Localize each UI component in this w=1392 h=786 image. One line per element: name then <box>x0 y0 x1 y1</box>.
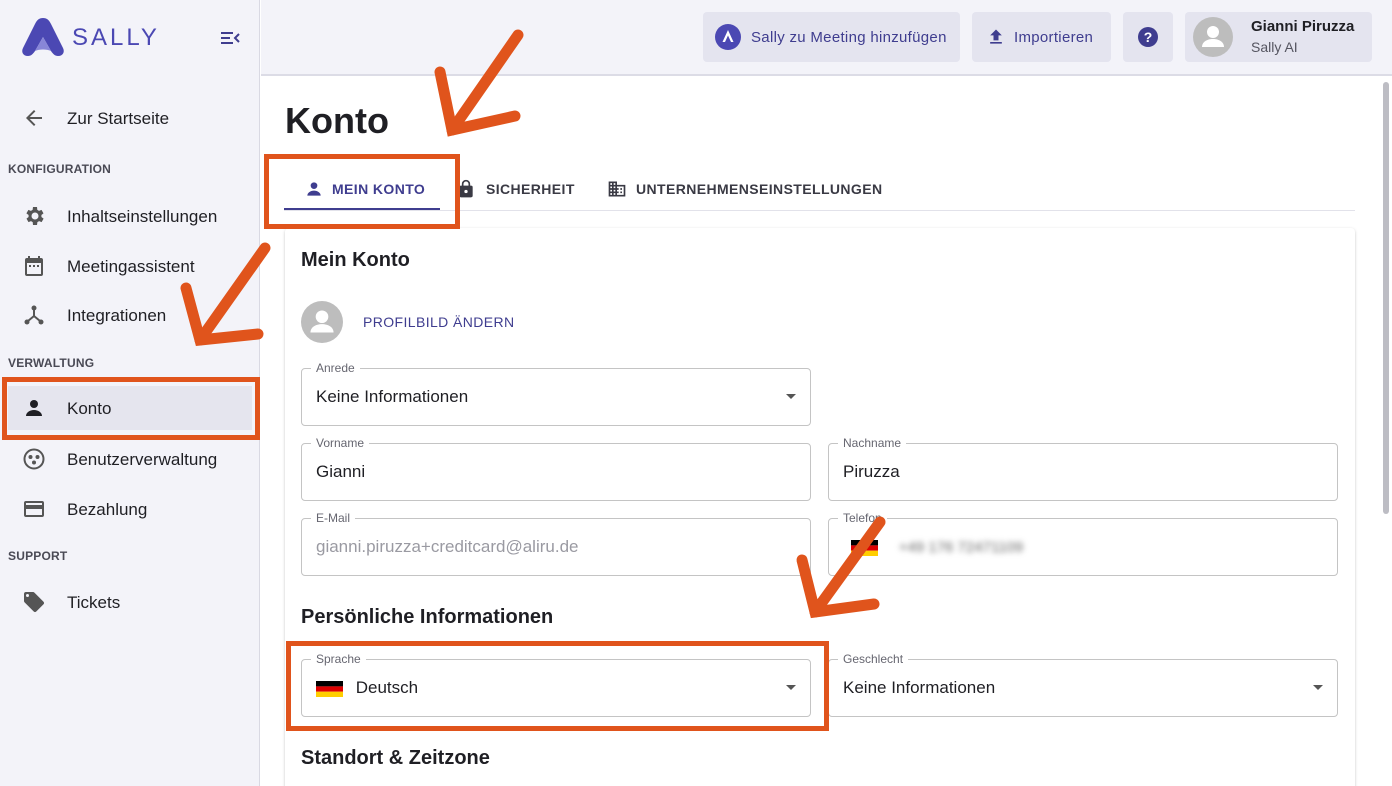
person-icon <box>1202 26 1224 47</box>
person-icon <box>307 182 321 196</box>
import-label: Importieren <box>1014 28 1094 46</box>
language-select[interactable]: Sprache Deutsch <box>301 652 811 717</box>
scrollbar-thumb[interactable] <box>1383 82 1389 514</box>
gender-select[interactable]: Geschlecht Keine Informationen <box>828 652 1338 717</box>
sally-logo-icon <box>715 24 741 50</box>
salutation-select[interactable]: Anrede Keine Informationen <box>301 361 811 426</box>
sidebar-item-label: Tickets <box>67 593 121 612</box>
upload-icon <box>990 29 1002 44</box>
tag-icon <box>24 592 44 612</box>
hub-icon <box>24 305 44 325</box>
group-circle-icon <box>23 448 45 470</box>
arrow-left-icon <box>26 110 42 126</box>
tab-label: UNTERNEHMENSEINSTELLUNGEN <box>636 181 883 197</box>
tab-label: SICHERHEIT <box>486 181 575 197</box>
sidebar-item-account[interactable]: Konto <box>8 386 252 430</box>
sidebar-item-billing[interactable]: Bezahlung <box>8 487 252 531</box>
field-value: Deutsch <box>355 678 419 697</box>
section-label-configuration: KONFIGURATION <box>8 162 112 176</box>
sidebar-item-label: Integrationen <box>67 306 167 325</box>
germany-flag-icon <box>851 539 878 556</box>
section-title-my-account: Mein Konto <box>301 249 410 271</box>
add-sally-to-meeting-label: Sally zu Meeting hinzufügen <box>751 28 947 46</box>
sidebar-item-content-settings[interactable]: Inhaltseinstellungen <box>8 194 252 238</box>
add-sally-to-meeting-button[interactable]: Sally zu Meeting hinzufügen <box>703 12 960 62</box>
tab-my-account[interactable]: MEIN KONTO <box>284 168 440 210</box>
section-title-location-timezone: Standort & Zeitzone <box>301 747 490 769</box>
person-icon <box>26 400 42 416</box>
help-circle-icon: ? <box>1138 27 1158 47</box>
field-value: Keine Informationen <box>316 387 469 406</box>
account-tabs: MEIN KONTO SICHERHEIT UNTERNEHMENSEINSTE… <box>284 168 1355 211</box>
phone-number: +49 176 72471109 <box>898 539 1024 556</box>
dropdown-arrow-icon <box>1313 685 1323 690</box>
sidebar-item-label: Inhaltseinstellungen <box>67 207 218 226</box>
credit-card-icon <box>24 501 44 517</box>
field-label: Nachname <box>838 436 907 450</box>
page-title: Konto <box>285 100 389 141</box>
change-profile-picture-button[interactable]: PROFILBILD ÄNDERN <box>363 314 515 330</box>
profile-avatar <box>301 301 343 343</box>
sidebar-item-label: Meetingassistent <box>67 257 195 276</box>
active-tab-indicator <box>284 208 440 210</box>
user-menu-button[interactable]: Gianni Piruzza Sally AI <box>1185 12 1372 62</box>
field-label: Vorname <box>311 436 370 450</box>
sidebar-item-home[interactable]: Zur Startseite <box>8 96 252 140</box>
section-title-personal-info: Persönliche Informationen <box>301 606 554 628</box>
phone-field[interactable]: Telefon +49 176 72471109 <box>828 511 1338 576</box>
app-root: SALLY Zur Startseite KONFIGURATION Inhal… <box>0 0 1392 786</box>
field-value: Piruzza <box>843 462 900 481</box>
last-name-field[interactable]: Nachname Piruzza <box>828 436 1338 501</box>
person-icon <box>310 310 334 333</box>
top-bar: Sally zu Meeting hinzufügen Importieren … <box>261 0 1392 76</box>
phone-value-wrap: +49 176 72471109 <box>851 537 1023 557</box>
gear-icon <box>26 207 44 225</box>
tab-security[interactable]: SICHERHEIT <box>456 168 576 210</box>
field-value: Gianni <box>316 462 366 481</box>
tab-label: MEIN KONTO <box>332 181 426 197</box>
building-icon <box>608 181 626 197</box>
sidebar: SALLY Zur Startseite KONFIGURATION Inhal… <box>0 0 260 786</box>
page-scrollbar[interactable] <box>1380 78 1392 786</box>
email-field: E-Mail gianni.piruzza+creditcard@aliru.d… <box>301 511 811 576</box>
field-value: gianni.piruzza+creditcard@aliru.de <box>316 537 579 556</box>
sidebar-item-label: Bezahlung <box>67 500 148 519</box>
first-name-field[interactable]: Vorname Gianni <box>301 436 811 501</box>
calendar-icon <box>25 256 43 276</box>
sidebar-item-integrations[interactable]: Integrationen <box>8 293 252 337</box>
sidebar-item-label: Konto <box>67 399 112 418</box>
sidebar-item-label: Zur Startseite <box>67 109 170 128</box>
user-organization: Sally AI <box>1251 39 1298 55</box>
brand-logo[interactable]: SALLY <box>20 15 160 61</box>
user-avatar <box>1193 17 1233 57</box>
field-label: E-Mail <box>311 511 356 525</box>
dropdown-arrow-icon <box>786 394 796 399</box>
sidebar-item-meeting-assistant[interactable]: Meetingassistent <box>8 244 252 288</box>
germany-flag-icon <box>316 680 343 697</box>
dropdown-arrow-icon <box>786 685 796 690</box>
sidebar-item-label: Benutzerverwaltung <box>67 450 218 469</box>
brand-name: SALLY <box>72 24 160 51</box>
section-label-administration: VERWALTUNG <box>8 356 95 370</box>
account-form-card: Mein Konto PROFILBILD ÄNDERN Anrede Kein… <box>285 228 1355 786</box>
field-label: Telefon <box>838 511 887 525</box>
field-label: Anrede <box>311 361 360 375</box>
section-label-support: SUPPORT <box>8 549 68 563</box>
sally-logo-icon <box>22 18 64 56</box>
language-value-wrap: Deutsch <box>316 678 418 698</box>
tab-company-settings[interactable]: UNTERNEHMENSEINSTELLUNGEN <box>606 168 886 210</box>
field-label: Sprache <box>311 652 366 666</box>
svg-text:?: ? <box>1144 29 1153 45</box>
lock-icon <box>459 179 473 198</box>
collapse-menu-button[interactable] <box>218 26 242 50</box>
help-button[interactable]: ? <box>1123 12 1173 62</box>
field-value: Keine Informationen <box>843 678 996 697</box>
annotation-arrow-tab-head <box>434 66 521 137</box>
user-name: Gianni Piruzza <box>1251 18 1355 35</box>
sidebar-item-user-management[interactable]: Benutzerverwaltung <box>8 437 252 481</box>
import-button[interactable]: Importieren <box>972 12 1111 62</box>
menu-collapse-icon <box>221 32 240 44</box>
field-label: Geschlecht <box>838 652 909 666</box>
sidebar-item-tickets[interactable]: Tickets <box>8 580 252 624</box>
